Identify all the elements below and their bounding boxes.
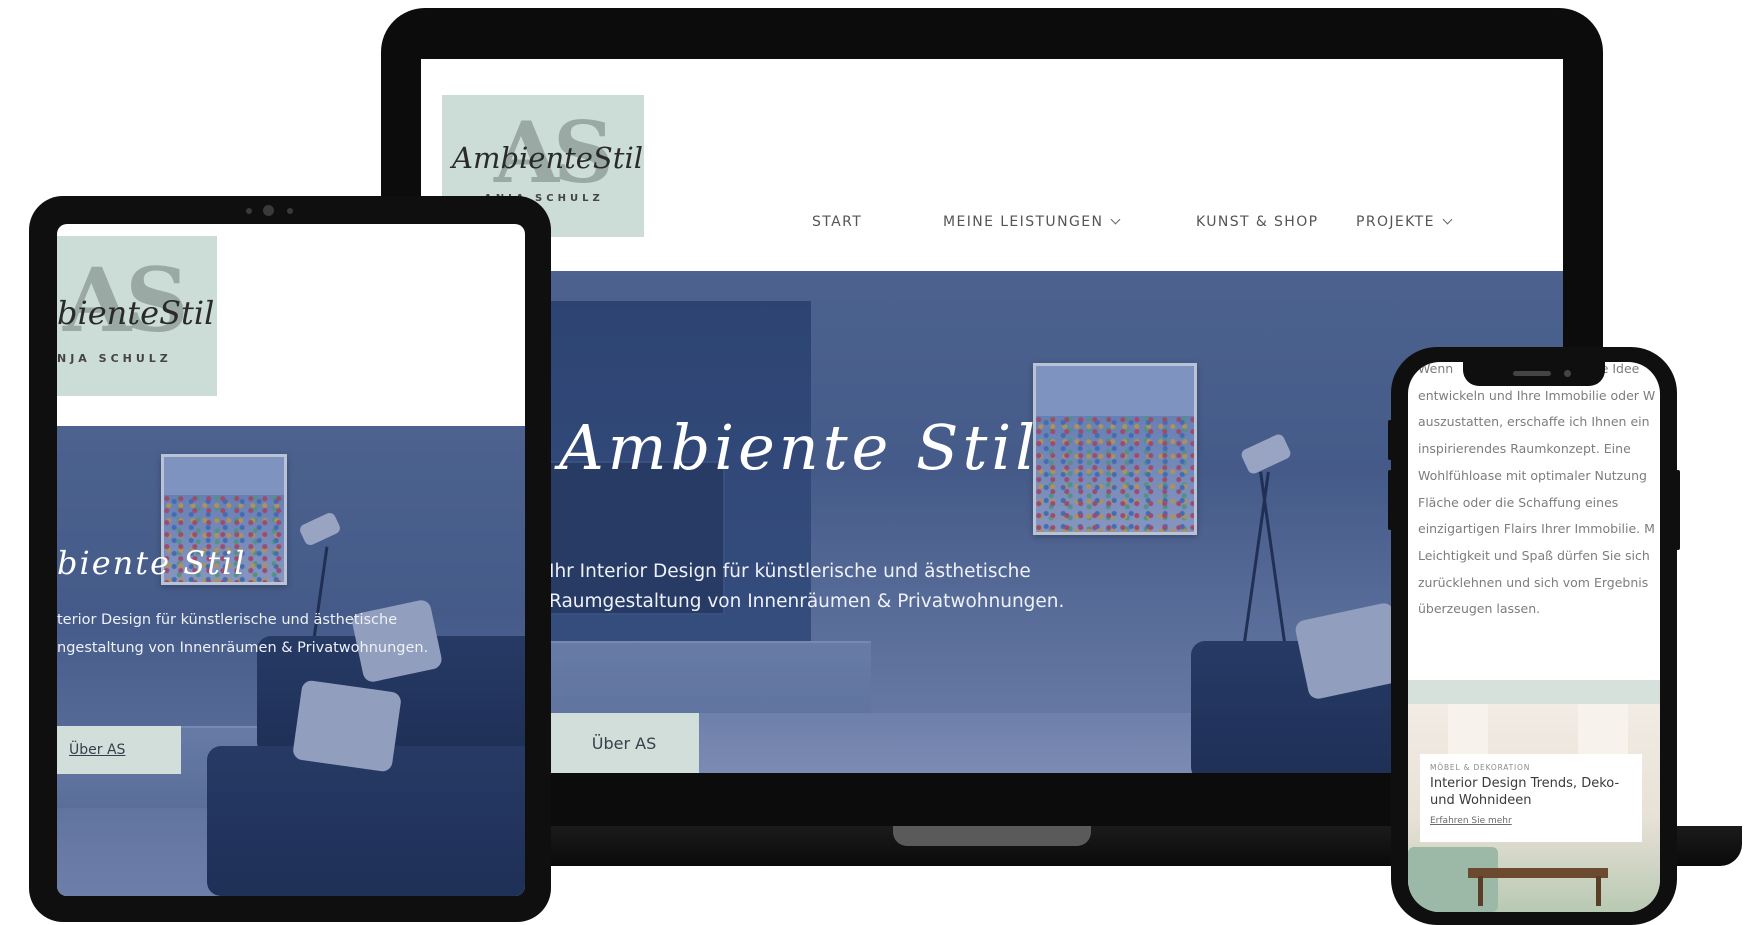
nav-item-start[interactable]: START — [812, 214, 862, 230]
card-category: MÖBEL & DEKORATION — [1430, 763, 1531, 772]
blog-card[interactable]: MÖBEL & DEKORATION Interior Design Trend… — [1420, 754, 1642, 842]
site-logo[interactable]: AS bienteStil NJA SCHULZ — [57, 236, 217, 396]
text-line: entwickeln und Ihre Immobilie oder W — [1418, 387, 1656, 403]
hero-section: biente Stil terior Design für künstleris… — [57, 426, 525, 896]
text-line: Wohlfühloase mit optimaler Nutzung — [1418, 467, 1647, 483]
speaker-icon — [1513, 371, 1551, 376]
text-line: einzigartigen Flairs Ihrer Immobilie. M — [1418, 521, 1655, 537]
logo-script: bienteStil — [57, 294, 215, 332]
about-button-label: Über AS — [69, 742, 126, 758]
hero-subtitle-line: Ihr Interior Design für künstlerische un… — [549, 561, 1031, 582]
logo-script: AmbienteStil — [452, 141, 644, 175]
hero-subtitle: terior Design für künstlerische und ästh… — [57, 606, 428, 662]
nav-item-label: START — [812, 214, 863, 230]
nav-item-kunst-shop[interactable]: KUNST & SHOP — [1196, 214, 1318, 230]
hero-subtitle-line: terior Design für künstlerische und ästh… — [57, 612, 398, 628]
tablet-screen: AS bienteStil NJA SCHULZ biente Stil ter… — [57, 224, 525, 896]
logo-subtitle: NJA SCHULZ — [57, 352, 172, 365]
read-more-link[interactable]: Erfahren Sie mehr — [1430, 816, 1512, 826]
tablet-camera-icon — [263, 205, 274, 216]
hero-subtitle: Ihr Interior Design für künstlerische un… — [549, 557, 1064, 616]
chevron-down-icon — [1442, 214, 1453, 225]
hero-title: Ambiente Stil — [559, 411, 1040, 484]
nav-item-projekte[interactable]: PROJEKTE — [1356, 214, 1453, 230]
text-line: auszustatten, erschaffe ich Ihnen ein — [1418, 414, 1650, 430]
chevron-down-icon — [1110, 214, 1121, 225]
laptop-hinge-notch — [893, 826, 1091, 846]
text-line: Fläche oder die Schaffung eines — [1418, 494, 1619, 510]
text-line: zurücklehnen und sich vom Ergebnis — [1418, 574, 1649, 590]
about-button[interactable]: Über AS — [549, 713, 699, 773]
nav-item-label: PROJEKTE — [1356, 214, 1435, 230]
section-divider — [1408, 680, 1660, 704]
nav-item-label: MEINE LEISTUNGEN — [943, 214, 1104, 230]
about-button[interactable]: Über AS — [57, 726, 181, 774]
text-line: überzeugen lassen. — [1418, 601, 1541, 617]
text-line: inspirierendes Raumkonzept. Eine — [1418, 441, 1631, 457]
hero-subtitle-line: ngestaltung von Innenräumen & Privatwohn… — [57, 640, 429, 656]
hero-title: biente Stil — [57, 544, 247, 582]
phone-screen: Wenn gene Idee entwickeln und Ihre Immob… — [1408, 362, 1660, 912]
text-line: Leichtigkeit und Spaß dürfen Sie sich — [1418, 547, 1650, 563]
card-title: Interior Design Trends, Deko- und Wohnid… — [1430, 776, 1620, 808]
phone-intro-text: Wenn gene Idee entwickeln und Ihre Immob… — [1418, 362, 1660, 623]
nav-item-meine-leistungen[interactable]: MEINE LEISTUNGEN — [943, 214, 1121, 230]
hero-subtitle-line: Raumgestaltung von Innenräumen & Privatw… — [549, 590, 1065, 612]
camera-icon — [1564, 370, 1571, 377]
nav-item-label: KUNST & SHOP — [1196, 214, 1319, 230]
site-header: AS AmbienteStil ANJA SCHULZ START MEINE … — [421, 59, 1563, 271]
